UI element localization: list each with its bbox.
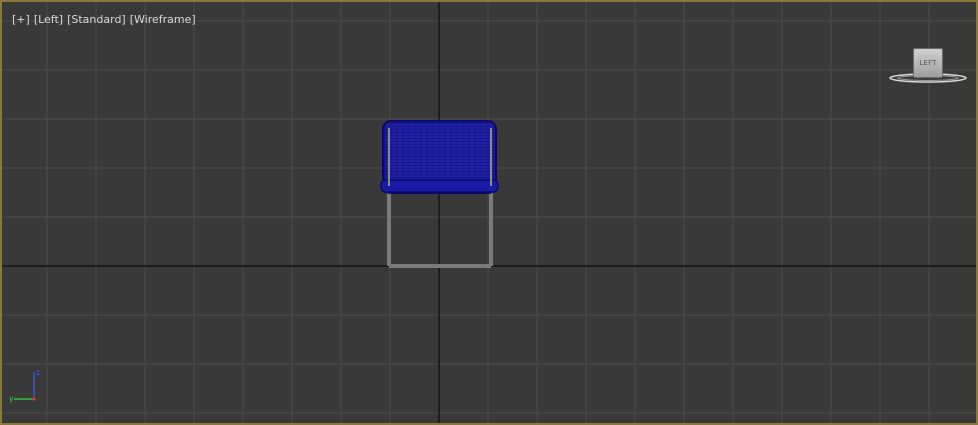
axis-tripod: z y (9, 368, 40, 403)
viewcube[interactable]: LEFT (888, 46, 968, 86)
chair-frame (387, 188, 493, 268)
viewport-grid (2, 2, 976, 423)
viewport-display-mode-menu[interactable]: [Wireframe] (130, 13, 196, 26)
viewport-point-of-view-menu[interactable]: [Left] (34, 13, 63, 26)
viewport-label-menu: [+] [Left] [Standard] [Wireframe] (12, 13, 196, 26)
left-viewport[interactable]: [+] [Left] [Standard] [Wireframe] LEFT z… (0, 0, 978, 425)
viewcube-face-left[interactable]: LEFT (913, 48, 943, 78)
axis-z-label: z (36, 368, 40, 377)
axis-y-label: y (9, 394, 14, 403)
viewport-general-menu[interactable]: [+] (12, 13, 30, 26)
chair-seat-mesh (380, 120, 499, 194)
viewport-shading-style-menu[interactable]: [Standard] (67, 13, 126, 26)
